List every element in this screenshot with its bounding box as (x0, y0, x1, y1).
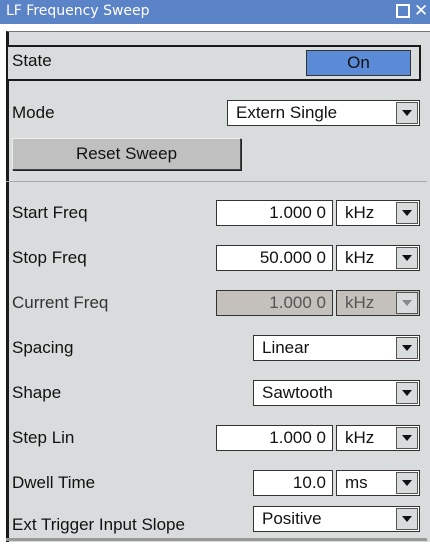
spacing-value: Linear (262, 338, 310, 357)
spacing-select[interactable]: Linear (253, 335, 420, 361)
chevron-down-icon[interactable] (396, 472, 418, 494)
lf-frequency-sweep-window: LF Frequency Sweep ✕ State On Mode Exter… (0, 0, 430, 546)
shape-label: Shape (12, 383, 62, 402)
step-lin-unit-select[interactable]: kHz (336, 425, 420, 451)
mode-value: Extern Single (236, 103, 338, 122)
start-freq-unit: kHz (345, 203, 375, 222)
ext-trigger-slope-value: Positive (262, 509, 322, 528)
title-bar[interactable]: LF Frequency Sweep ✕ (0, 0, 430, 24)
chevron-down-icon[interactable] (396, 247, 418, 269)
start-freq-input[interactable]: 1.000 0 (216, 200, 333, 226)
dwell-time-unit-select[interactable]: ms (336, 470, 420, 496)
stop-freq-unit-select[interactable]: kHz (336, 245, 420, 271)
window-title: LF Frequency Sweep (6, 3, 150, 19)
step-lin-unit: kHz (345, 428, 375, 447)
current-freq-unit-select: kHz (336, 290, 420, 316)
ext-trigger-slope-label: Ext Trigger Input Slope (12, 515, 185, 534)
dwell-time-input[interactable]: 10.0 (253, 470, 333, 496)
dwell-time-unit: ms (345, 473, 368, 492)
chevron-down-icon[interactable] (396, 382, 418, 404)
step-lin-input[interactable]: 1.000 0 (216, 425, 333, 451)
close-icon[interactable]: ✕ (414, 3, 428, 20)
state-toggle-button[interactable]: On (306, 50, 411, 76)
current-freq-display: 1.000 0 (216, 290, 333, 316)
chevron-down-icon[interactable] (396, 202, 418, 224)
dwell-time-label: Dwell Time (12, 473, 96, 492)
mode-select[interactable]: Extern Single (227, 100, 420, 126)
shape-select[interactable]: Sawtooth (253, 380, 420, 406)
stop-freq-label: Stop Freq (12, 248, 87, 267)
current-freq-unit: kHz (345, 293, 375, 312)
stop-freq-input[interactable]: 50.000 0 (216, 245, 333, 271)
start-freq-label: Start Freq (12, 203, 88, 222)
stop-freq-unit: kHz (345, 248, 375, 267)
spacing-label: Spacing (12, 338, 74, 357)
mode-label: Mode (12, 103, 55, 122)
maximize-icon[interactable] (396, 4, 410, 18)
chevron-down-icon[interactable] (396, 102, 418, 124)
chevron-down-icon[interactable] (396, 337, 418, 359)
chevron-down-icon[interactable] (396, 427, 418, 449)
start-freq-unit-select[interactable]: kHz (336, 200, 420, 226)
ext-trigger-slope-select[interactable]: Positive (253, 506, 420, 532)
shape-value: Sawtooth (262, 383, 333, 402)
reset-sweep-button[interactable]: Reset Sweep (12, 138, 241, 170)
state-label: State (12, 51, 52, 70)
divider (6, 181, 427, 182)
current-freq-label: Current Freq (12, 293, 109, 312)
chevron-down-icon[interactable] (396, 508, 418, 530)
panel-bottom-border (6, 538, 427, 541)
chevron-down-icon (396, 292, 418, 314)
step-lin-label: Step Lin (12, 428, 75, 447)
